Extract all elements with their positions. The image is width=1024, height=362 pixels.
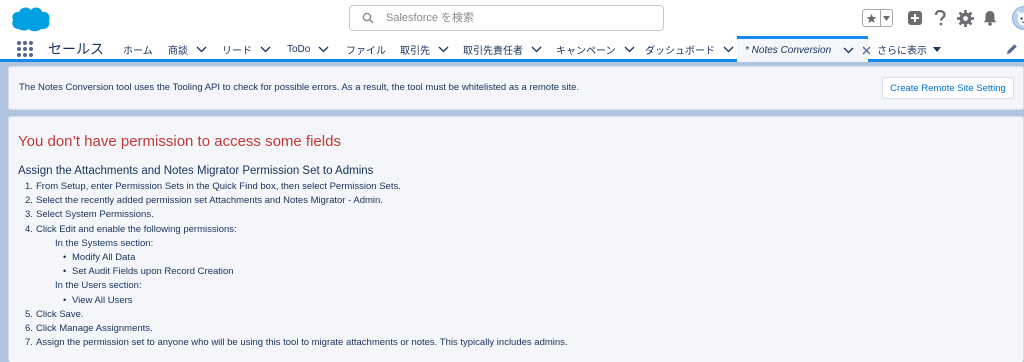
instruction-steps: 1. From Setup, enter Permission Sets in t… — [25, 180, 568, 350]
create-remote-site-setting-button[interactable]: Create Remote Site Setting — [882, 77, 1014, 99]
chevron-down-icon[interactable] — [531, 46, 542, 53]
nav-item-todo[interactable]: ToDo — [287, 36, 329, 62]
banner-message: The Notes Conversion tool uses the Tooli… — [19, 82, 580, 93]
chevron-down-icon[interactable] — [318, 46, 329, 53]
nav-item-contacts[interactable]: 取引先責任者 — [463, 36, 542, 62]
caret-down-icon[interactable] — [933, 46, 941, 52]
permission-error-title: You don’t have permission to access some… — [18, 133, 341, 150]
app-name: セールス — [48, 41, 104, 57]
nav-item-campaigns[interactable]: キャンペーン — [556, 36, 635, 62]
app-launcher-waffle-icon[interactable] — [17, 41, 33, 57]
setup-gear-icon[interactable] — [953, 6, 977, 30]
global-search[interactable] — [349, 5, 664, 31]
list-item: 4. Click Edit and enable the following pe… — [25, 223, 237, 235]
list-item: 3. Select System Permissions. — [25, 209, 154, 221]
user-avatar[interactable] — [1012, 6, 1024, 30]
nav-item-accounts[interactable]: 取引先 — [400, 36, 449, 62]
favorites-group — [862, 9, 893, 27]
chevron-down-icon[interactable] — [723, 46, 734, 53]
list-bullet: View All Users — [25, 294, 568, 308]
nav-item-label: ファイル — [346, 45, 386, 57]
nav-item-home[interactable]: ホーム — [123, 36, 153, 62]
nav-item-opportunities[interactable]: 商談 — [168, 36, 207, 62]
app-navigation-bar: セールス ホーム 商談 リード ToDo ファイル 取引先 取引先責任者 キャン… — [0, 36, 1024, 62]
nav-item-dashboards[interactable]: ダッシュボード — [645, 36, 734, 62]
search-input[interactable] — [386, 12, 646, 24]
favorites-star-icon[interactable] — [863, 10, 881, 26]
list-bullet: Modify All Data — [25, 251, 568, 265]
nav-more[interactable]: さらに表示 — [877, 36, 941, 62]
header-utility-icons — [862, 6, 1024, 30]
list-item: 1. From Setup, enter Permission Sets in t… — [25, 181, 401, 192]
global-actions-plus-icon[interactable] — [903, 6, 927, 30]
nav-item-label: ホーム — [123, 45, 153, 57]
list-subheading: In the Systems section: — [55, 237, 154, 249]
nav-item-label: ToDo — [287, 43, 311, 55]
nav-item-label: リード — [222, 45, 252, 57]
nav-item-leads[interactable]: リード — [222, 36, 271, 62]
nav-item-label: 商談 — [168, 45, 188, 57]
list-bullet: Set Audit Fields upon Record Creation — [25, 265, 568, 279]
favorites-menu-chevron-down-icon[interactable] — [881, 10, 892, 26]
search-icon — [362, 12, 374, 24]
salesforce-logo[interactable] — [10, 4, 52, 34]
notifications-bell-icon[interactable] — [978, 6, 1002, 30]
nav-item-label: 取引先責任者 — [463, 45, 523, 57]
global-header — [0, 0, 1024, 36]
chevron-down-icon[interactable] — [438, 46, 449, 53]
tab-label: * Notes Conversion — [745, 45, 832, 56]
nav-item-files[interactable]: ファイル — [346, 36, 386, 62]
assign-permission-heading: Assign the Attachments and Notes Migrato… — [18, 165, 374, 177]
help-question-icon[interactable] — [928, 6, 952, 30]
nav-item-label: ダッシュボード — [645, 45, 715, 57]
chevron-down-icon[interactable] — [843, 47, 854, 54]
list-item: 5. Click Save. — [25, 308, 84, 320]
permissions-panel: You don’t have permission to access some… — [8, 116, 1024, 362]
close-tab-icon[interactable] — [862, 46, 871, 55]
nav-item-label: 取引先 — [400, 45, 430, 57]
list-item: 7. Assign the permission set to anyone wh… — [25, 337, 568, 349]
list-item: 2. Select the recently added permission s… — [25, 195, 383, 207]
list-subheading: In the Users section: — [55, 280, 142, 292]
chevron-down-icon[interactable] — [624, 46, 635, 53]
nav-item-label: キャンペーン — [556, 45, 616, 57]
remote-site-banner: The Notes Conversion tool uses the Tooli… — [8, 66, 1024, 110]
list-item: 6. Click Manage Assignments. — [25, 323, 153, 335]
edit-nav-pencil-icon[interactable] — [1006, 42, 1018, 60]
chevron-down-icon[interactable] — [260, 46, 271, 53]
chevron-down-icon[interactable] — [196, 46, 207, 53]
nav-more-label: さらに表示 — [877, 45, 927, 57]
tab-notes-conversion[interactable]: * Notes Conversion — [737, 36, 871, 62]
